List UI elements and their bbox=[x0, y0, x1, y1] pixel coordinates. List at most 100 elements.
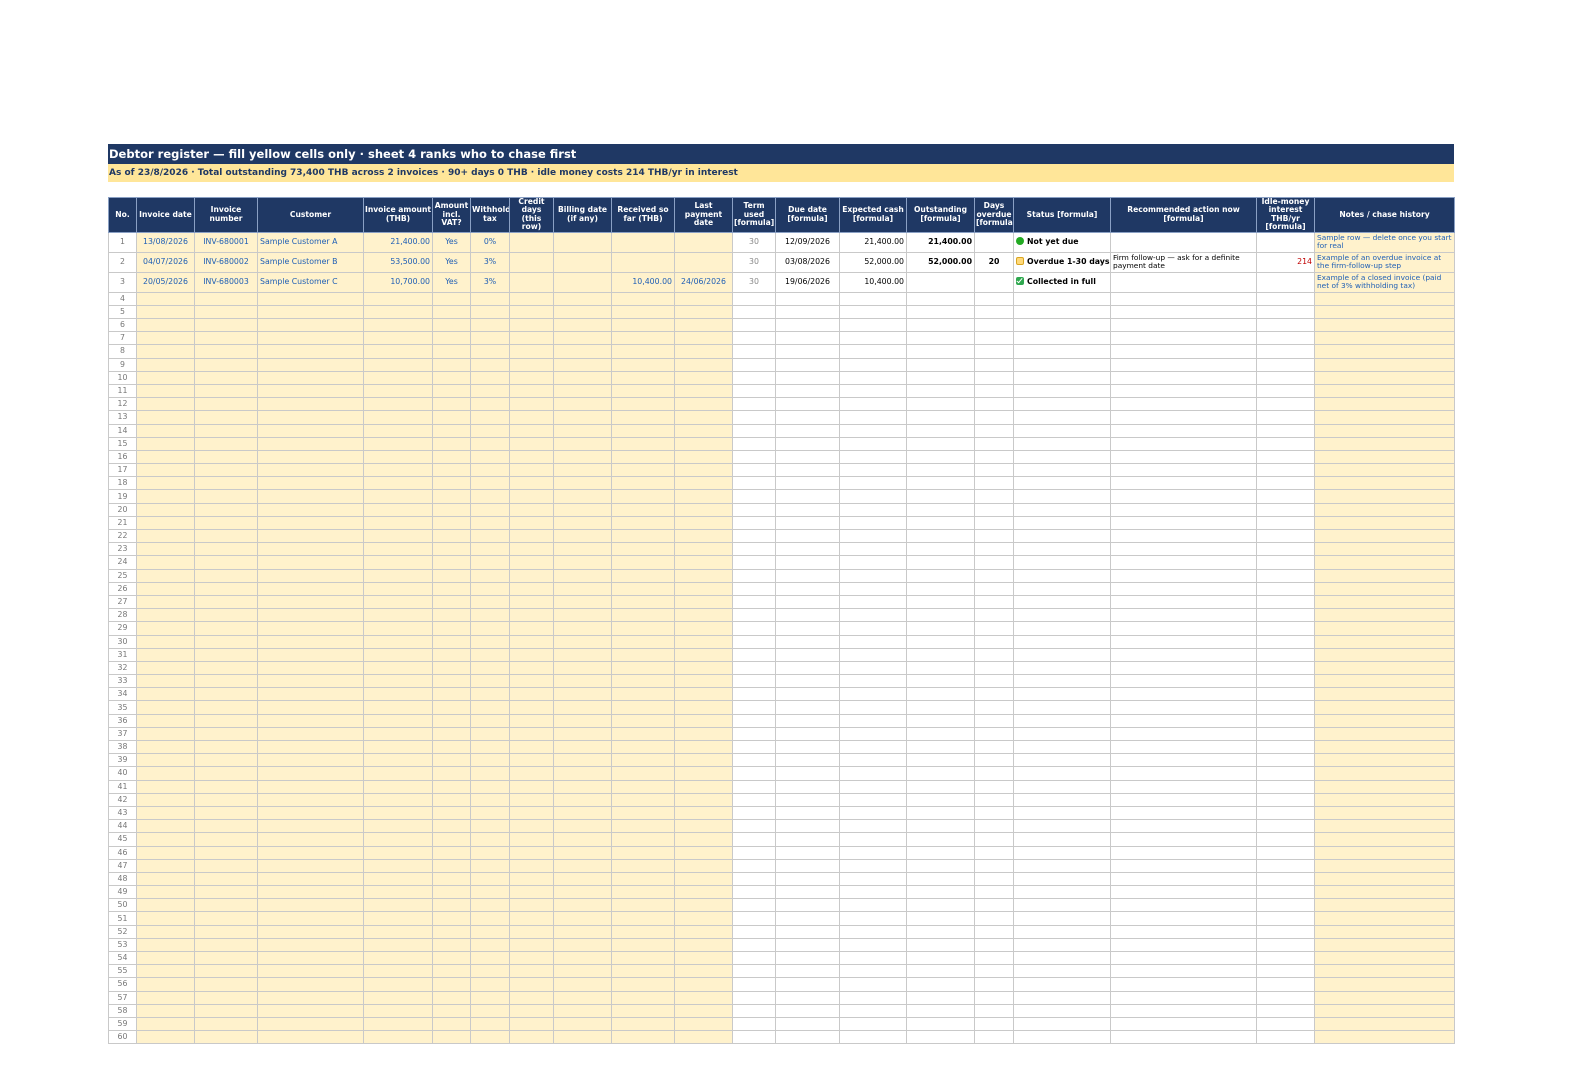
empty-cell[interactable] bbox=[470, 871, 510, 887]
empty-cell[interactable] bbox=[194, 845, 258, 860]
empty-cell[interactable] bbox=[257, 621, 364, 636]
cell-last-payment[interactable] bbox=[674, 251, 733, 273]
empty-cell[interactable] bbox=[553, 528, 612, 544]
empty-cell[interactable] bbox=[611, 845, 675, 860]
empty-cell[interactable] bbox=[257, 528, 364, 544]
empty-cell[interactable] bbox=[432, 463, 471, 478]
empty-cell[interactable] bbox=[1314, 990, 1455, 1005]
empty-cell[interactable] bbox=[553, 489, 612, 504]
empty-cell[interactable] bbox=[432, 423, 471, 438]
empty-cell[interactable] bbox=[1314, 555, 1455, 570]
empty-cell[interactable] bbox=[509, 950, 554, 966]
empty-cell[interactable] bbox=[1314, 885, 1455, 900]
empty-cell[interactable] bbox=[470, 515, 510, 531]
empty-cell[interactable] bbox=[611, 660, 675, 676]
empty-cell[interactable] bbox=[470, 990, 510, 1005]
empty-cell[interactable] bbox=[194, 331, 258, 346]
empty-cell[interactable] bbox=[509, 687, 554, 702]
empty-cell[interactable] bbox=[674, 950, 733, 966]
empty-cell[interactable] bbox=[470, 700, 510, 715]
empty-cell[interactable] bbox=[432, 476, 471, 491]
empty-cell[interactable] bbox=[1314, 1016, 1455, 1032]
empty-cell[interactable] bbox=[363, 700, 433, 715]
empty-cell[interactable] bbox=[1314, 608, 1455, 623]
empty-cell[interactable] bbox=[553, 674, 612, 689]
empty-cell[interactable] bbox=[611, 317, 675, 333]
empty-cell[interactable] bbox=[363, 528, 433, 544]
empty-cell[interactable] bbox=[674, 766, 733, 781]
empty-cell[interactable] bbox=[674, 687, 733, 702]
empty-cell[interactable] bbox=[674, 608, 733, 623]
empty-cell[interactable] bbox=[611, 871, 675, 887]
empty-cell[interactable] bbox=[1314, 779, 1455, 794]
empty-cell[interactable] bbox=[470, 1003, 510, 1018]
empty-cell[interactable] bbox=[1314, 621, 1455, 636]
empty-cell[interactable] bbox=[553, 383, 612, 399]
empty-cell[interactable] bbox=[136, 858, 195, 873]
empty-cell[interactable] bbox=[432, 792, 471, 807]
empty-cell[interactable] bbox=[194, 528, 258, 544]
empty-cell[interactable] bbox=[611, 304, 675, 320]
empty-cell[interactable] bbox=[432, 581, 471, 596]
empty-cell[interactable] bbox=[674, 937, 733, 953]
empty-cell[interactable] bbox=[611, 370, 675, 385]
empty-cell[interactable] bbox=[257, 594, 364, 610]
empty-cell[interactable] bbox=[470, 1030, 510, 1045]
empty-cell[interactable] bbox=[470, 937, 510, 953]
empty-cell[interactable] bbox=[553, 1003, 612, 1018]
empty-cell[interactable] bbox=[611, 397, 675, 412]
empty-cell[interactable] bbox=[509, 410, 554, 425]
empty-cell[interactable] bbox=[257, 713, 364, 728]
empty-cell[interactable] bbox=[470, 331, 510, 346]
cell-wht[interactable]: 3% bbox=[470, 251, 510, 273]
empty-cell[interactable] bbox=[470, 357, 510, 372]
empty-cell[interactable] bbox=[363, 1016, 433, 1032]
empty-cell[interactable] bbox=[194, 937, 258, 953]
empty-cell[interactable] bbox=[432, 304, 471, 320]
empty-cell[interactable] bbox=[194, 608, 258, 623]
empty-cell[interactable] bbox=[432, 542, 471, 557]
empty-cell[interactable] bbox=[509, 476, 554, 491]
empty-cell[interactable] bbox=[432, 858, 471, 873]
empty-cell[interactable] bbox=[194, 515, 258, 531]
empty-cell[interactable] bbox=[363, 964, 433, 979]
empty-cell[interactable] bbox=[194, 1016, 258, 1032]
empty-cell[interactable] bbox=[363, 423, 433, 438]
empty-cell[interactable] bbox=[194, 687, 258, 702]
empty-cell[interactable] bbox=[553, 357, 612, 372]
empty-cell[interactable] bbox=[674, 410, 733, 425]
empty-cell[interactable] bbox=[553, 937, 612, 953]
empty-cell[interactable] bbox=[470, 977, 510, 992]
empty-cell[interactable] bbox=[470, 845, 510, 860]
empty-cell[interactable] bbox=[470, 674, 510, 689]
empty-cell[interactable] bbox=[136, 779, 195, 794]
empty-cell[interactable] bbox=[136, 739, 195, 755]
empty-cell[interactable] bbox=[363, 687, 433, 702]
empty-cell[interactable] bbox=[553, 858, 612, 873]
empty-cell[interactable] bbox=[509, 858, 554, 873]
empty-cell[interactable] bbox=[363, 805, 433, 821]
empty-cell[interactable] bbox=[136, 594, 195, 610]
empty-cell[interactable] bbox=[432, 990, 471, 1005]
empty-cell[interactable] bbox=[553, 476, 612, 491]
cell-credit-days[interactable] bbox=[509, 251, 554, 273]
empty-cell[interactable] bbox=[257, 753, 364, 768]
empty-cell[interactable] bbox=[611, 555, 675, 570]
empty-cell[interactable] bbox=[363, 832, 433, 847]
empty-cell[interactable] bbox=[674, 331, 733, 346]
empty-cell[interactable] bbox=[553, 502, 612, 517]
empty-cell[interactable] bbox=[611, 515, 675, 531]
empty-cell[interactable] bbox=[1314, 660, 1455, 676]
empty-cell[interactable] bbox=[363, 713, 433, 728]
empty-cell[interactable] bbox=[257, 805, 364, 821]
cell-wht[interactable]: 0% bbox=[470, 231, 510, 253]
empty-cell[interactable] bbox=[136, 634, 195, 649]
empty-cell[interactable] bbox=[470, 568, 510, 583]
empty-cell[interactable] bbox=[674, 1016, 733, 1032]
empty-cell[interactable] bbox=[432, 357, 471, 372]
cell-vat[interactable]: Yes bbox=[432, 251, 471, 273]
empty-cell[interactable] bbox=[136, 1016, 195, 1032]
cell-received[interactable]: 10,400.00 bbox=[611, 271, 675, 293]
cell-notes[interactable]: Sample row — delete once you start for r… bbox=[1314, 231, 1455, 253]
cell-amount[interactable]: 53,500.00 bbox=[363, 251, 433, 273]
